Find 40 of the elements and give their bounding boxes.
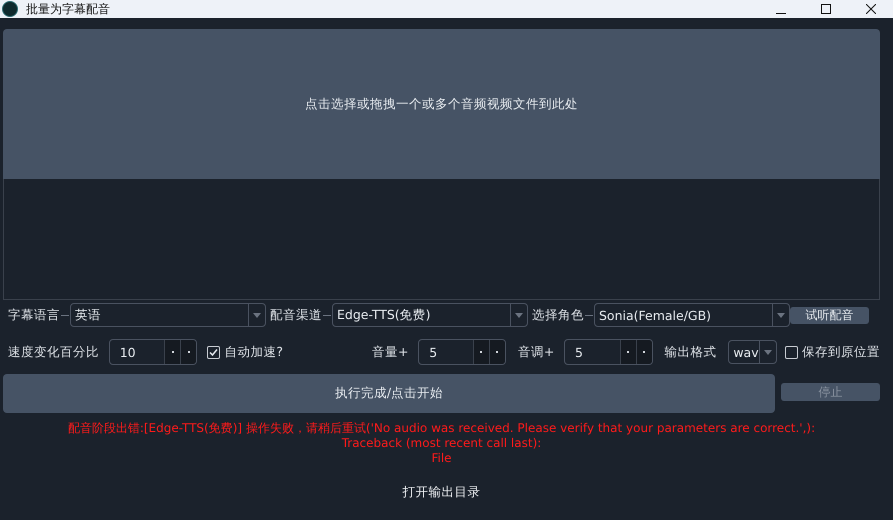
maximize-icon[interactable] [820,4,830,14]
dropdown[interactable]: Sonia(Female/GB) [594,303,790,327]
dropdown[interactable]: Edge-TTS(免费) [332,303,528,327]
caret-icon [253,312,261,318]
spin-down-button[interactable] [472,340,489,364]
dropdown[interactable]: wav [728,340,777,364]
window-title: 批量为字幕配音 [26,0,111,18]
field-label: 选择角色 [532,306,584,324]
file-drop-zone[interactable]: 点击选择或拖拽一个或多个音频视频文件到此处 [3,29,880,179]
dropdown[interactable]: 英语 [70,303,266,327]
checkbox-label: 自动加速? [224,344,283,360]
spin-down-button[interactable] [620,340,636,364]
field-label: 字幕语言 [8,306,60,324]
app-logo-icon [2,1,18,17]
number-field[interactable]: 5 [418,339,506,365]
close-icon[interactable] [866,4,876,14]
spin-up-button[interactable] [636,340,652,364]
caret-icon [764,350,772,354]
number-field[interactable]: 10 [108,339,198,365]
field-label: 音量+ [372,344,408,360]
caret-icon [515,312,523,318]
error-log-line: 配音阶段出错:[Edge-TTS(免费)] 操作失败，请稍后重试('No audio was received. Please verify that your parameters are correct.',): [66,421,816,436]
check-icon [209,348,218,356]
error-log-line: File [430,451,453,466]
field-label: 速度变化百分比 [8,344,99,360]
checkbox-label: 保存到原位置 [802,344,880,360]
spin-up-button[interactable] [488,340,505,364]
number-field[interactable]: 5 [564,339,653,365]
checkbox[interactable] [207,346,220,358]
error-log-line: Traceback (most recent call last): [340,436,542,451]
checkbox[interactable] [785,346,798,358]
field-label: 配音渠道 [270,306,322,324]
field-label: 输出格式 [664,344,717,360]
caret-icon [777,312,785,318]
preview-button[interactable]: 试听配音 [790,306,869,324]
field-label: 音调+ [518,344,554,360]
spin-up-button[interactable] [180,340,196,364]
spin-down-button[interactable] [164,340,180,364]
start-button[interactable]: 执行完成/点击开始 [3,374,775,413]
open-output-folder-button[interactable]: 打开输出目录 [396,483,486,502]
